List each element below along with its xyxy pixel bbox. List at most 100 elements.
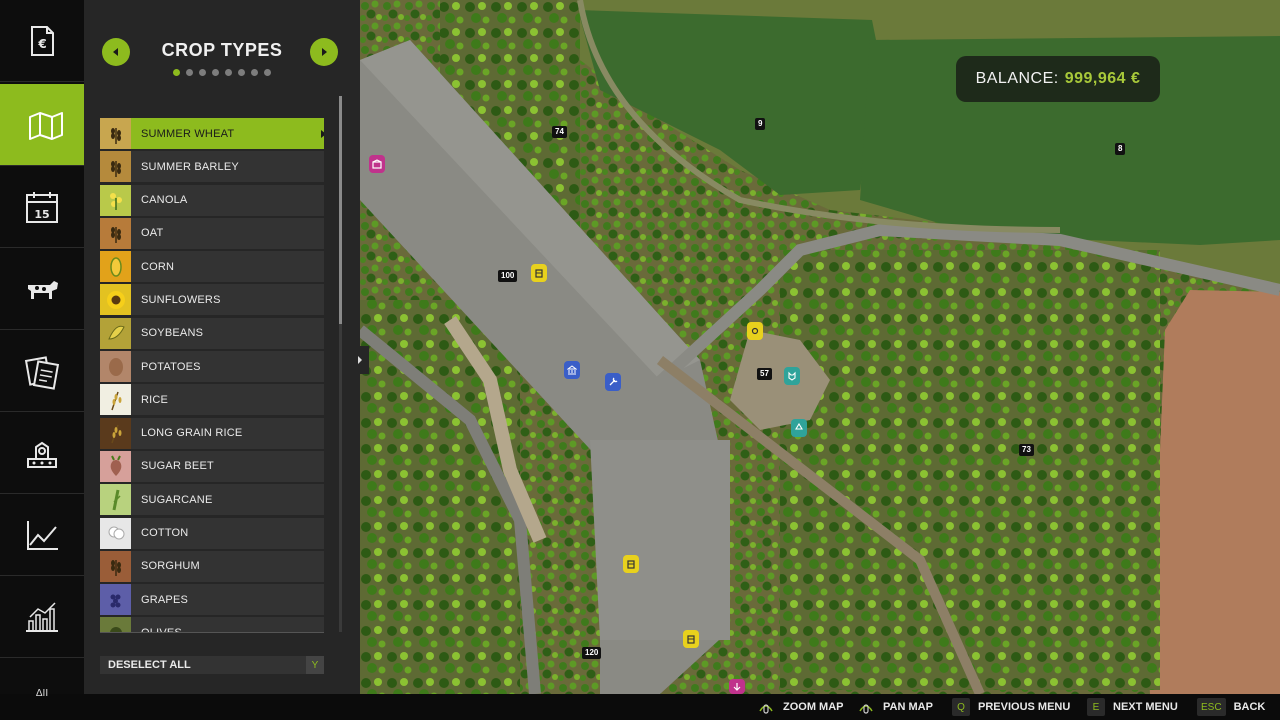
farmer-hotspot[interactable]	[729, 679, 745, 694]
field-number-label: 8	[1115, 143, 1126, 155]
crop-item-cotton[interactable]: COTTON	[100, 517, 324, 549]
balance-display: BALANCE: 999,964 €	[956, 56, 1160, 102]
gas-station-hotspot[interactable]	[747, 322, 763, 340]
crop-item-rice[interactable]: RICE	[100, 384, 324, 416]
crop-item-olives[interactable]: OLIVES	[100, 617, 324, 632]
field-number-label: 73	[1019, 444, 1034, 456]
crop-item-sunflowers[interactable]: SUNFLOWERS	[100, 284, 324, 316]
next-page-button[interactable]	[310, 38, 338, 66]
olive-icon	[100, 617, 131, 632]
page-dot[interactable]	[225, 69, 232, 76]
chevron-right-icon	[322, 48, 327, 56]
zoom-map-hint[interactable]: ZOOM MAP	[757, 698, 844, 716]
collapse-panel-toggle[interactable]	[351, 346, 369, 374]
animal-head-icon	[788, 371, 796, 381]
rail-item-prices[interactable]	[0, 494, 84, 576]
rail-item-finances[interactable]: €	[0, 0, 84, 82]
previous-menu-hint[interactable]: Q PREVIOUS MENU	[952, 698, 1070, 716]
next-menu-label: NEXT MENU	[1113, 701, 1178, 713]
map-icon	[29, 111, 63, 140]
animal-dealer-hotspot[interactable]	[784, 367, 800, 385]
factory-icon	[27, 441, 57, 468]
crop-item-oat[interactable]: OAT	[100, 217, 324, 249]
crop-item-grapes[interactable]: GRAPES	[100, 584, 324, 616]
crop-item-potatoes[interactable]: POTATOES	[100, 351, 324, 383]
deselect-all-label: DESELECT ALL	[108, 659, 191, 671]
balance-value: 999,964 €	[1064, 70, 1141, 87]
arrow-down-icon	[733, 682, 741, 691]
mouse-scroll-icon	[757, 698, 775, 716]
rail-item-map[interactable]	[0, 84, 92, 166]
input-hint-bar: ΔII ZOOM MAP PAN MAP Q PREVIOUS MENU E N…	[0, 688, 1280, 720]
crop-label: SORGHUM	[141, 560, 200, 573]
back-label: BACK	[1233, 701, 1266, 713]
garage-hotspot[interactable]	[605, 373, 621, 391]
rail-item-production[interactable]	[0, 412, 84, 494]
rail-item-animals[interactable]	[0, 248, 84, 330]
wrench-icon	[609, 377, 618, 386]
field-number-label: 120	[582, 647, 602, 659]
recycling-hotspot[interactable]	[791, 419, 807, 437]
rice-icon	[100, 384, 131, 416]
back-hint[interactable]: ESC BACK	[1197, 698, 1265, 716]
corn-icon	[100, 251, 131, 283]
panel-header: CROP TYPES	[84, 32, 360, 92]
chevron-right-icon	[358, 356, 362, 364]
crop-item-soybeans[interactable]: SOYBEANS	[100, 317, 324, 349]
crop-item-summer-barley[interactable]: SUMMER BARLEY	[100, 151, 324, 183]
crop-item-corn[interactable]: CORN	[100, 251, 324, 283]
pan-map-hint[interactable]: PAN MAP	[857, 698, 933, 716]
wheat-icon	[100, 118, 131, 149]
crop-item-long-grain-rice[interactable]: LONG GRAIN RICE	[100, 417, 324, 449]
crop-list-scrollbar[interactable]	[339, 96, 342, 632]
long-grain-rice-icon	[100, 417, 131, 449]
crop-item-sugarcane[interactable]: SUGARCANE	[100, 484, 324, 516]
euro-document-icon: €	[31, 25, 54, 56]
rail-item-calendar[interactable]: 15	[0, 166, 84, 248]
crop-item-sorghum[interactable]: SORGHUM	[100, 550, 324, 582]
bar-chart-icon	[26, 601, 58, 632]
crop-label: SUGAR BEET	[141, 460, 214, 473]
page-dot[interactable]	[173, 69, 180, 76]
page-dot[interactable]	[264, 69, 271, 76]
crop-label: SOYBEANS	[141, 327, 204, 340]
sell-point-hotspot[interactable]	[531, 264, 547, 282]
page-dot[interactable]	[212, 69, 219, 76]
shop-icon	[372, 159, 382, 169]
grapes-icon	[100, 584, 131, 616]
bank-icon	[567, 365, 577, 375]
calendar-icon: 15	[26, 191, 58, 223]
shop-hotspot[interactable]	[369, 155, 385, 173]
crop-label: SUNFLOWERS	[141, 293, 221, 306]
crop-item-sugar-beet[interactable]: SUGAR BEET	[100, 450, 324, 482]
page-dot[interactable]	[186, 69, 193, 76]
canola-icon	[100, 184, 131, 216]
soybean-icon	[100, 317, 131, 349]
crop-item-summer-wheat[interactable]: SUMMER WHEAT	[100, 118, 324, 149]
sugar-beet-icon	[100, 450, 131, 482]
next-menu-hint[interactable]: E NEXT MENU	[1087, 698, 1178, 716]
oat-icon	[100, 217, 131, 249]
crop-label: POTATOES	[141, 360, 201, 373]
page-dot[interactable]	[199, 69, 206, 76]
map-view[interactable]: 74 9 8 100 57 73 120 BALANCE: 999,964 €	[360, 0, 1280, 694]
silo-icon	[687, 635, 695, 644]
bank-hotspot[interactable]	[564, 361, 580, 379]
sell-point-hotspot[interactable]	[683, 630, 699, 648]
deselect-all-button[interactable]: DESELECT ALL Y	[100, 656, 324, 674]
cotton-icon	[100, 517, 131, 549]
field-number-label: 100	[498, 270, 518, 282]
page-dot[interactable]	[251, 69, 258, 76]
scrollbar-thumb[interactable]	[339, 96, 342, 324]
calendar-day: 15	[34, 208, 49, 221]
crop-label: COTTON	[141, 527, 189, 540]
sell-point-hotspot[interactable]	[623, 555, 639, 573]
line-chart-icon	[27, 520, 58, 550]
rail-item-statistics[interactable]	[0, 576, 84, 658]
field-number-label: 9	[755, 118, 766, 130]
rail-item-contracts[interactable]	[0, 330, 84, 412]
crop-item-canola[interactable]: CANOLA	[100, 184, 324, 216]
page-dot[interactable]	[238, 69, 245, 76]
sunflower-icon	[100, 284, 131, 316]
crop-label: OAT	[141, 227, 164, 240]
